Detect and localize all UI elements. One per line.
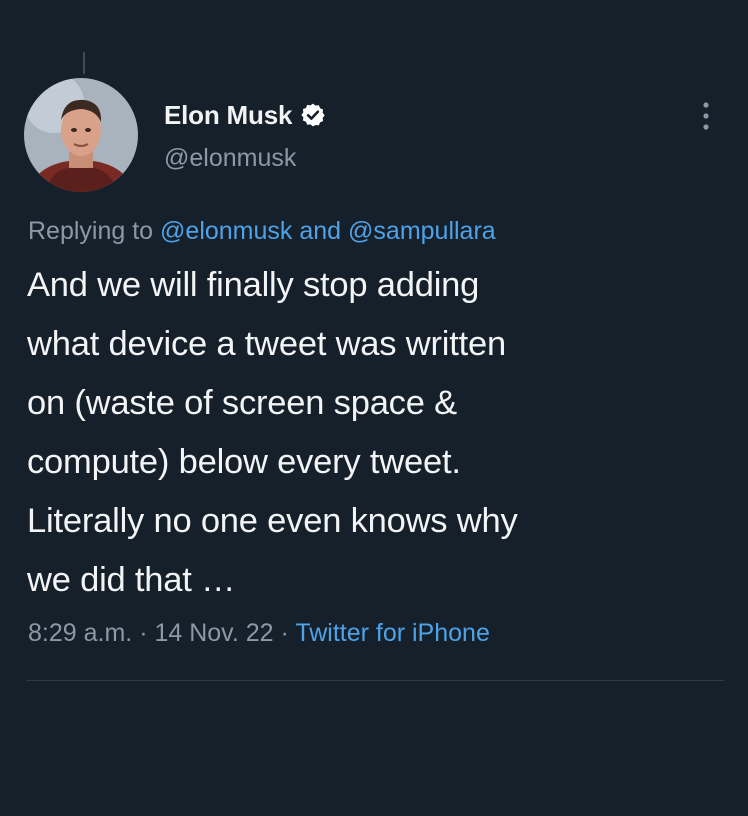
tweet-text-line: compute) below every tweet. bbox=[27, 443, 461, 481]
meta-separator: · bbox=[280, 619, 289, 647]
tweet-text-line: on (waste of screen space & bbox=[27, 384, 457, 422]
mention-link-sampullara[interactable]: @sampullara bbox=[348, 217, 496, 245]
tweet-text-line: what device a tweet was written bbox=[27, 325, 506, 363]
avatar[interactable] bbox=[24, 78, 138, 192]
verified-badge-icon bbox=[300, 102, 326, 128]
author-handle[interactable]: @elonmusk bbox=[164, 144, 296, 173]
display-name[interactable]: Elon Musk bbox=[164, 100, 292, 131]
mention-conjunction[interactable]: and bbox=[299, 217, 341, 245]
tweet-time[interactable]: 8:29 a.m. bbox=[28, 619, 132, 647]
tweet-text-line: we did that … bbox=[27, 561, 236, 599]
avatar-image bbox=[24, 78, 138, 192]
tweet-source-link[interactable]: Twitter for iPhone bbox=[295, 619, 490, 647]
tweet-text-line: And we will finally stop adding bbox=[27, 266, 480, 304]
tweet-date[interactable]: 14 Nov. 22 bbox=[154, 619, 273, 647]
replying-to: Replying to @elonmusk and @sampullara bbox=[28, 217, 496, 246]
thread-connector-line bbox=[83, 52, 85, 74]
meta-separator: · bbox=[139, 619, 148, 647]
replying-to-label: Replying to bbox=[28, 217, 154, 245]
mention-link-elonmusk[interactable]: @elonmusk bbox=[160, 217, 292, 245]
tweet-metadata: 8:29 a.m. · 14 Nov. 22 · Twitter for iPh… bbox=[28, 619, 490, 648]
tweet-text: And we will finally stop adding what dev… bbox=[27, 256, 727, 610]
more-vertical-icon[interactable] bbox=[694, 98, 718, 134]
author-name-row[interactable]: Elon Musk bbox=[164, 98, 326, 132]
tweet-text-line: Literally no one even knows why bbox=[27, 502, 518, 540]
divider bbox=[26, 680, 724, 681]
